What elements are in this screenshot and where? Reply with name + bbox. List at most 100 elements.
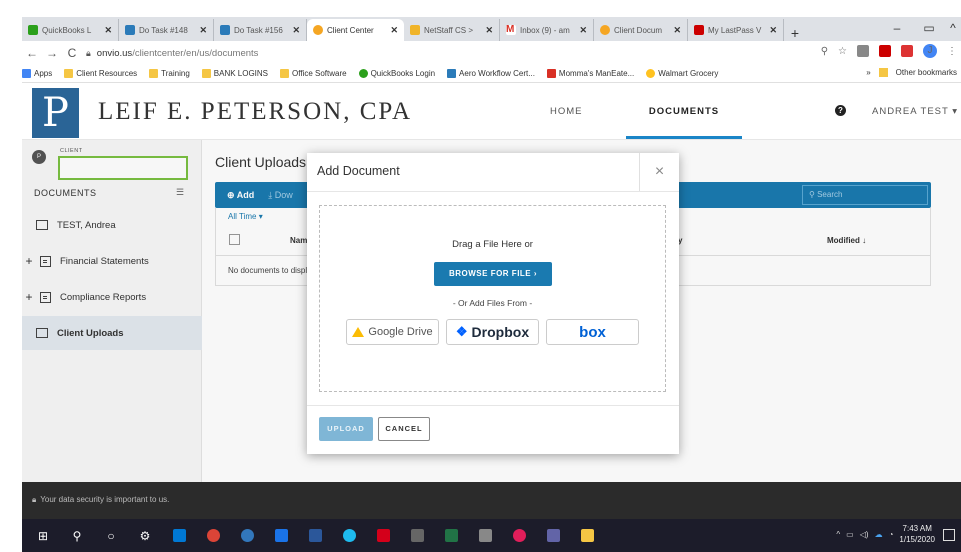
forward-arrow-icon[interactable]: → (42, 46, 62, 60)
tray-chevron-icon[interactable]: ^ (836, 530, 840, 539)
reload-icon[interactable]: C (62, 46, 82, 60)
bookmark-link[interactable]: QuickBooks Login (358, 69, 435, 78)
close-icon[interactable]: ✕ (104, 25, 112, 36)
network-icon[interactable]: ▭ (846, 530, 854, 539)
teams-icon[interactable] (540, 526, 566, 546)
minimize-icon[interactable]: – (881, 17, 913, 39)
system-tray: ^ ▭ ◁) ☁ ◔ 7:43 AM 1/15/2020 (836, 523, 935, 545)
close-icon[interactable]: ✕ (485, 25, 493, 36)
acrobat-icon[interactable] (370, 526, 396, 546)
dialog-title: Add Document (317, 164, 400, 178)
bookmark-folder[interactable]: Client Resources (64, 69, 137, 78)
aero-icon (447, 69, 457, 78)
new-tab-button[interactable]: + (784, 25, 806, 41)
close-icon[interactable]: × (639, 153, 679, 191)
close-icon[interactable]: ✕ (292, 25, 300, 36)
clock[interactable]: 7:43 AM 1/15/2020 (899, 523, 935, 545)
upload-button[interactable]: UPLOAD (319, 417, 373, 441)
browser-tab-active[interactable]: Client Center ✕ (307, 19, 404, 41)
close-icon[interactable]: ✕ (673, 25, 681, 36)
lock-icon: 🔒︎ (32, 495, 37, 504)
wifi-icon[interactable]: ◔ (889, 530, 894, 539)
bookmark-link[interactable]: Walmart Grocery (646, 69, 718, 78)
notification-icon[interactable] (943, 529, 955, 541)
lock-icon: 🔒︎ (86, 47, 91, 58)
close-icon[interactable]: ✕ (769, 25, 777, 36)
nav-home[interactable]: HOME (550, 106, 583, 117)
browser-tab[interactable]: QuickBooks L ✕ (22, 19, 119, 41)
dropbox-button[interactable]: ❖ Dropbox (446, 319, 539, 345)
extension-icon[interactable] (857, 45, 869, 57)
close-icon[interactable]: ✕ (579, 25, 587, 36)
google-drive-icon (352, 327, 365, 337)
cortana-icon[interactable]: ○ (98, 526, 124, 546)
bookmark-folder[interactable]: Office Software (280, 69, 347, 78)
ie-icon[interactable] (336, 526, 362, 546)
google-drive-button[interactable]: Google Drive (346, 319, 439, 345)
zoom-icon[interactable]: ⚲ (821, 46, 828, 57)
other-bookmarks-link[interactable]: Other bookmarks (896, 68, 957, 77)
bookmark-link[interactable]: Aero Workflow Cert... (447, 69, 535, 78)
settings-gear-icon[interactable]: ⚙ (132, 526, 158, 546)
folder-icon (878, 68, 888, 77)
bookmark-folder[interactable]: Training (149, 69, 190, 78)
file-explorer-icon[interactable] (574, 526, 600, 546)
momma-icon (546, 69, 556, 78)
browser-tab[interactable]: NetStaff CS > ✕ (404, 19, 500, 41)
app-icon[interactable] (404, 526, 430, 546)
close-icon[interactable]: ✕ (390, 25, 398, 36)
bookmark-star-icon[interactable]: ☆ (838, 46, 847, 57)
app-footer: 🔒︎ Your data security is important to us. (22, 482, 961, 519)
app-icon[interactable] (472, 526, 498, 546)
nav-documents[interactable]: DOCUMENTS (626, 106, 742, 139)
apps-grid-icon (22, 69, 31, 78)
bookmarks-bar: Apps Client Resources Training BANK LOGI… (22, 65, 961, 83)
browser-tab[interactable]: Do Task #148 ✕ (119, 19, 214, 41)
outlook-icon[interactable] (166, 526, 192, 546)
chrome-icon[interactable] (200, 526, 226, 546)
or-add-from-text: - Or Add Files From - (452, 298, 533, 308)
file-drop-zone[interactable]: Drag a File Here or BROWSE FOR FILE › - … (319, 205, 666, 392)
app-icon[interactable] (268, 526, 294, 546)
onedrive-icon[interactable]: ☁ (875, 530, 883, 539)
chrome-menu-icon[interactable]: ⋮ (947, 46, 957, 57)
browser-extensions: ⚲ ☆ J ⋮ (821, 44, 957, 58)
browse-for-file-button[interactable]: BROWSE FOR FILE › (434, 262, 552, 286)
bookmark-apps[interactable]: Apps (22, 69, 52, 78)
browser-tab[interactable]: My LastPass V ✕ (688, 19, 784, 41)
close-window-icon[interactable]: ^ (945, 17, 961, 39)
window-controls: – ▭ ^ (881, 17, 961, 39)
browser-tab[interactable]: Client Docum ✕ (594, 19, 688, 41)
firm-logo[interactable]: P (32, 88, 79, 138)
more-bookmarks-button[interactable]: » (866, 68, 870, 77)
slack-icon[interactable] (506, 526, 532, 546)
lastpass-extension-icon[interactable] (901, 45, 913, 57)
folder-icon (64, 69, 74, 78)
box-button[interactable]: box (546, 319, 639, 345)
pdf-extension-icon[interactable] (879, 45, 891, 57)
volume-icon[interactable]: ◁) (860, 530, 869, 539)
browser-tab[interactable]: Do Task #156 ✕ (214, 19, 307, 41)
security-notice[interactable]: 🔒︎ Your data security is important to us. (32, 495, 169, 505)
close-icon[interactable]: ✕ (199, 25, 207, 36)
help-icon[interactable]: ? (835, 105, 846, 116)
browser-tab[interactable]: M Inbox (9) - am ✕ (500, 19, 594, 41)
lastpass-icon (694, 25, 704, 35)
windows-taskbar: ⊞ ⚲ ○ ⚙ ^ ▭ ◁) ☁ ◔ 7:43 AM 1/15/2020 (22, 519, 961, 552)
search-icon[interactable]: ⚲ (64, 526, 90, 546)
excel-icon[interactable] (438, 526, 464, 546)
user-menu[interactable]: ANDREA TEST ▾ (872, 106, 958, 117)
walmart-icon (646, 69, 656, 78)
bookmark-link[interactable]: Momma's ManEate... (546, 69, 634, 78)
profile-avatar[interactable]: J (923, 44, 937, 58)
back-arrow-icon[interactable]: ← (22, 46, 42, 60)
task-icon (220, 25, 230, 35)
netstaff-icon (410, 25, 420, 35)
url-input[interactable]: 🔒︎ onvio.us/clientcenter/en/us/documents (86, 44, 846, 62)
cancel-button[interactable]: CANCEL (378, 417, 430, 441)
bookmark-folder[interactable]: BANK LOGINS (201, 69, 268, 78)
word-icon[interactable] (302, 526, 328, 546)
edge-icon[interactable] (234, 526, 260, 546)
windows-start-icon[interactable]: ⊞ (30, 526, 56, 546)
restore-icon[interactable]: ▭ (913, 17, 945, 39)
